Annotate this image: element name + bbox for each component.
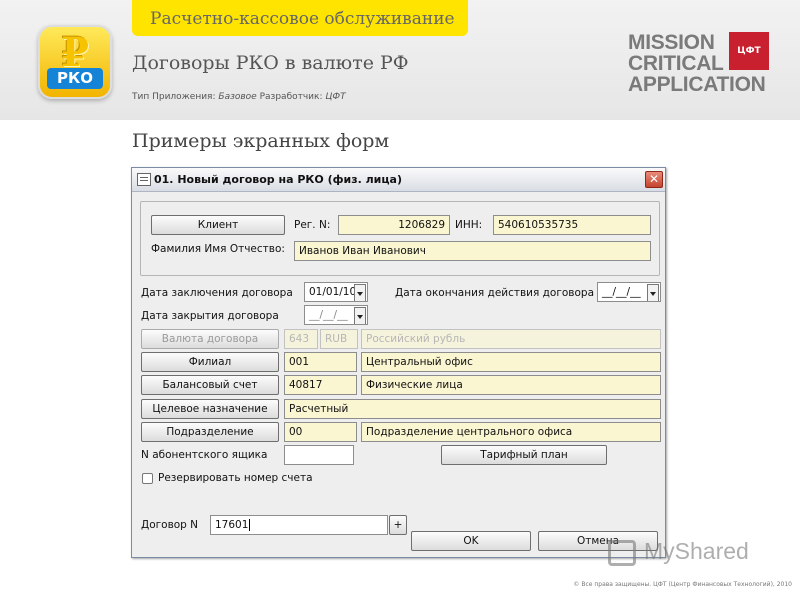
presentation-title: Расчетно-кассовое обслуживание: [132, 0, 468, 36]
fio-field[interactable]: Иванов Иван Иванович: [294, 241, 651, 261]
reserve-account-checkbox[interactable]: [142, 473, 153, 484]
app-meta: Тип Приложения: Базовое Разработчик: ЦФТ: [132, 92, 346, 102]
rko-app-logo: ₽ РКО: [38, 25, 112, 99]
division-code-field[interactable]: 00: [284, 422, 357, 442]
client-button[interactable]: Клиент: [151, 215, 285, 235]
developer-label: Разработчик:: [259, 92, 323, 102]
dropdown-arrow-icon[interactable]: [354, 307, 366, 324]
contract-dialog: 01. Новый договор на РКО (физ. лица) ✕ К…: [131, 167, 666, 558]
copyright-footer: © Все права защищены. ЦФТ (Центр Финансо…: [573, 581, 792, 588]
purpose-field[interactable]: Расчетный: [284, 399, 661, 419]
conclusion-date-value: 01/01/10: [309, 286, 357, 298]
conclusion-date-label: Дата заключения договора: [141, 287, 293, 299]
branch-code-field[interactable]: 001: [284, 352, 357, 372]
reg-number-field[interactable]: 1206829: [338, 215, 450, 235]
brand-line-3: APPLICATION: [628, 73, 766, 96]
inn-field[interactable]: 540610535735: [493, 215, 651, 235]
reg-number-label: Рег. N:: [294, 219, 331, 231]
currency-name-field: Российский рубль: [361, 329, 661, 349]
dialog-title: 01. Новый договор на РКО (физ. лица): [154, 173, 402, 186]
division-name-field[interactable]: Подразделение центрального офиса: [361, 422, 661, 442]
developer-value: ЦФТ: [325, 92, 346, 102]
contract-number-field[interactable]: 17601: [210, 515, 388, 535]
add-button[interactable]: +: [389, 515, 407, 535]
page-title: Договоры РКО в валюте РФ: [132, 52, 409, 74]
section-title: Примеры экранных форм: [132, 130, 390, 152]
close-date-value: __/__/__: [309, 309, 348, 321]
end-date-value: __/__/__: [602, 286, 641, 298]
branch-name-field[interactable]: Центральный офис: [361, 352, 661, 372]
client-group: [140, 201, 660, 276]
cft-logo-mark: ЦФТ: [729, 32, 769, 70]
dropdown-arrow-icon[interactable]: [354, 284, 366, 301]
rko-badge: РКО: [47, 68, 103, 89]
app-type-label: Тип Приложения:: [132, 92, 216, 102]
close-button[interactable]: ✕: [645, 171, 663, 188]
division-button[interactable]: Подразделение: [141, 422, 279, 442]
text-cursor: [249, 519, 251, 531]
close-date-field[interactable]: __/__/__: [304, 305, 368, 325]
close-date-label: Дата закрытия договора: [141, 310, 279, 322]
end-date-label: Дата окончания действия договора: [395, 287, 594, 299]
dropdown-arrow-icon[interactable]: [647, 284, 659, 301]
inn-label: ИНН:: [455, 219, 483, 231]
mailbox-field[interactable]: [284, 445, 354, 465]
ok-button[interactable]: OK: [411, 531, 531, 551]
balance-account-name-field[interactable]: Физические лица: [361, 375, 661, 395]
currency-code-field: 643: [284, 329, 318, 349]
branch-button[interactable]: Филиал: [141, 352, 279, 372]
purpose-button[interactable]: Целевое назначение: [141, 399, 279, 419]
app-type-value: Базовое: [218, 92, 257, 102]
reserve-account-label: Резервировать номер счета: [158, 472, 313, 484]
dialog-titlebar[interactable]: 01. Новый договор на РКО (физ. лица) ✕: [132, 168, 665, 192]
contract-number-value: 17601: [215, 519, 249, 531]
presentation-icon: [608, 540, 636, 566]
conclusion-date-field[interactable]: 01/01/10: [304, 282, 368, 302]
watermark-text: MyShared: [644, 538, 749, 564]
mailbox-label: N абонентского ящика: [141, 449, 268, 461]
currency-button[interactable]: Валюта договора: [141, 329, 279, 349]
currency-iso-field: RUB: [320, 329, 358, 349]
myshared-watermark: MyShared: [608, 536, 768, 570]
end-date-field[interactable]: __/__/__: [597, 282, 661, 302]
form-icon: [137, 173, 151, 186]
fio-label: Фамилия Имя Отчество:: [151, 243, 285, 255]
tariff-plan-button[interactable]: Тарифный план: [441, 445, 607, 465]
contract-number-label: Договор N: [141, 519, 199, 531]
balance-account-button[interactable]: Балансовый счет: [141, 375, 279, 395]
balance-account-code-field[interactable]: 40817: [284, 375, 357, 395]
